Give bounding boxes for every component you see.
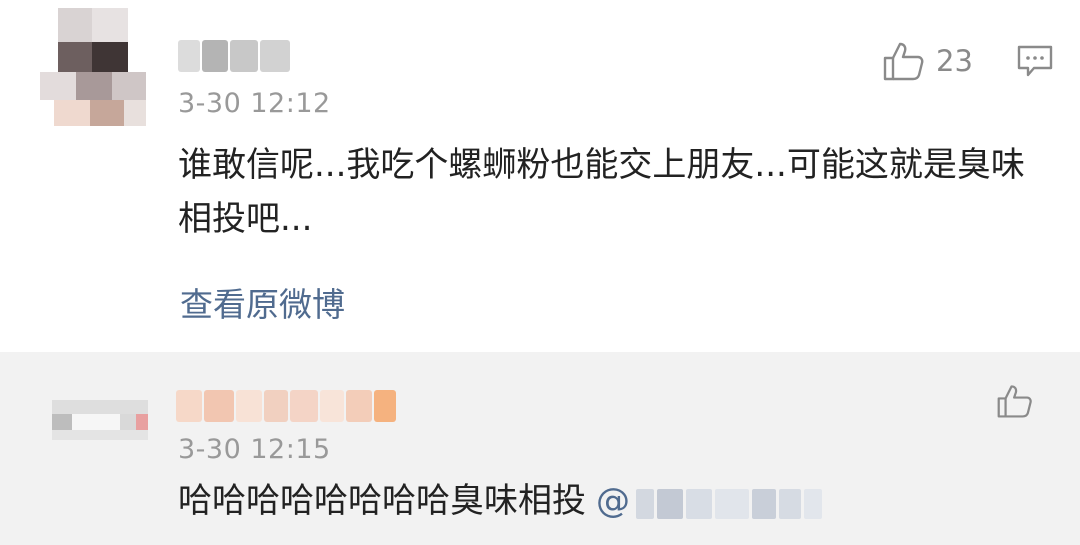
- mention-at[interactable]: @: [596, 481, 630, 521]
- avatar[interactable]: [52, 394, 148, 442]
- reply-text: 哈哈哈哈哈哈哈哈臭味相投 @: [178, 474, 1028, 530]
- timestamp: 3-30 12:12: [178, 88, 331, 119]
- like-count: 23: [936, 44, 973, 78]
- view-original-link[interactable]: 查看原微博: [180, 278, 345, 326]
- timestamp: 3-30 12:15: [178, 434, 331, 465]
- username[interactable]: [176, 390, 396, 422]
- thumbs-up-icon[interactable]: [996, 383, 1034, 419]
- comment-icon[interactable]: [1016, 44, 1054, 78]
- mention-username[interactable]: [636, 476, 825, 530]
- avatar[interactable]: [40, 8, 146, 126]
- reply-body: 哈哈哈哈哈哈哈哈臭味相投: [178, 481, 586, 521]
- username[interactable]: [178, 40, 290, 72]
- comment-text: 谁敢信呢...我吃个螺蛳粉也能交上朋友...可能这就是臭味相投吧...: [178, 145, 1025, 239]
- thumbs-up-icon[interactable]: [882, 40, 926, 82]
- comment-item: 3-30 12:12 谁敢信呢...我吃个螺蛳粉也能交上朋友...可能这就是臭味…: [0, 0, 1080, 352]
